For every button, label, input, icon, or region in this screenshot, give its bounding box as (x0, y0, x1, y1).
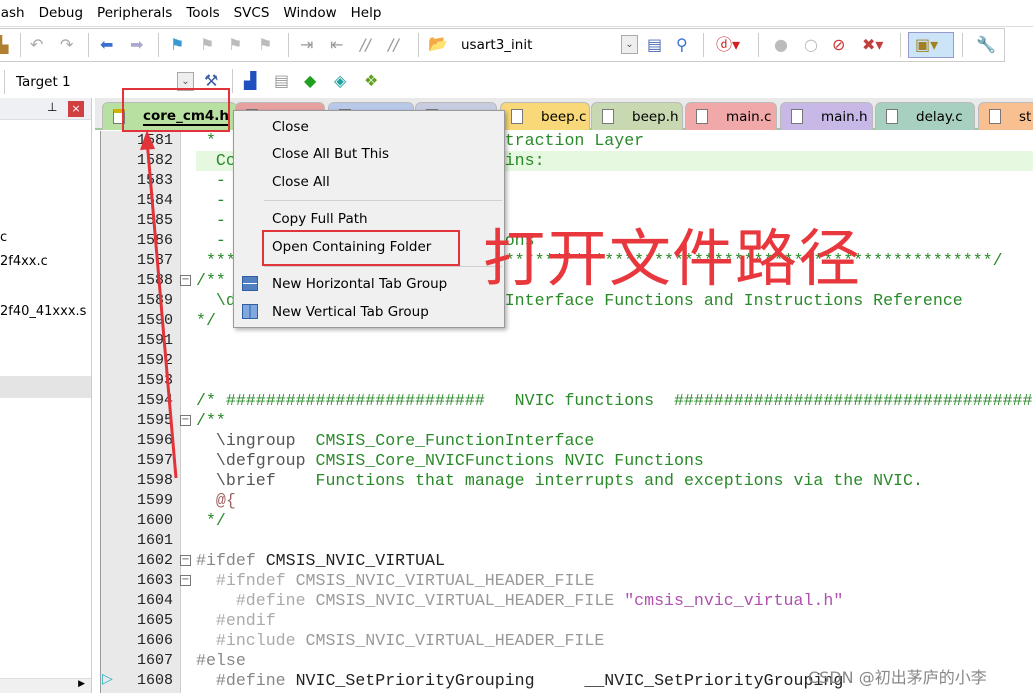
annotation-text: 打开文件路径 (483, 222, 862, 295)
watermark: CSDN @初出茅庐的小李 (808, 668, 987, 687)
annotation-arrow (140, 130, 178, 479)
